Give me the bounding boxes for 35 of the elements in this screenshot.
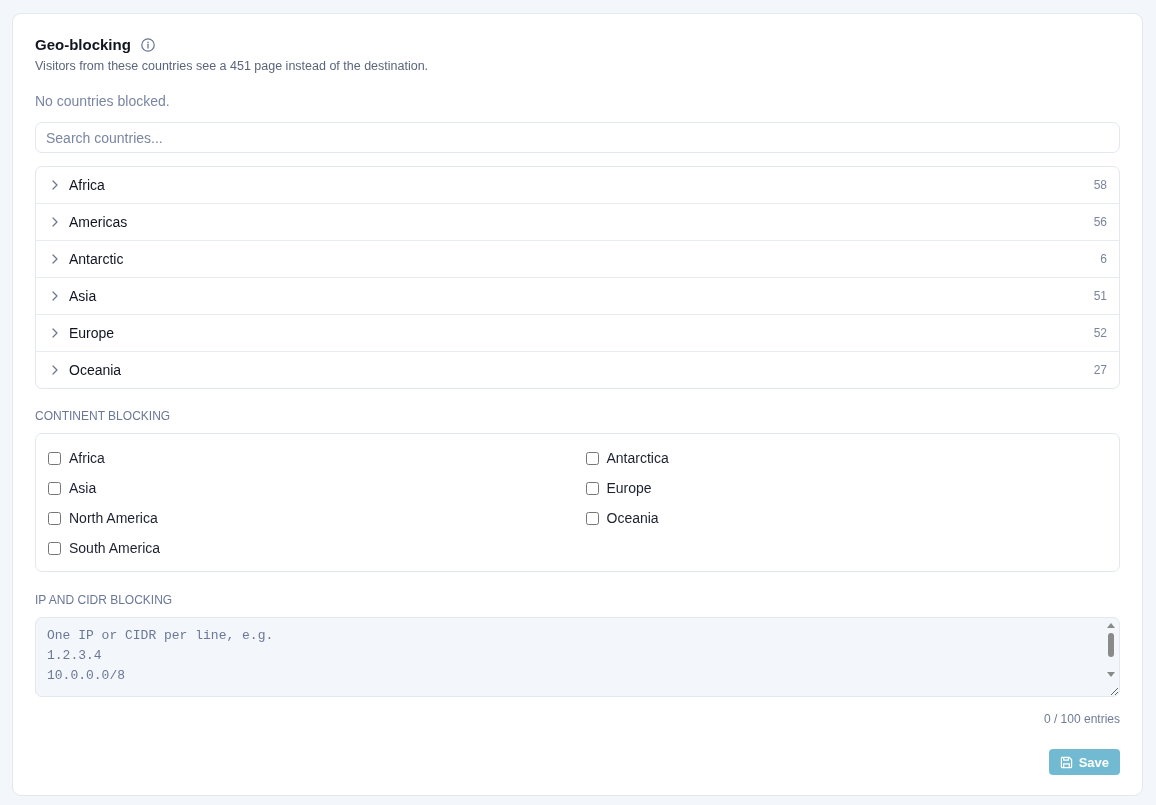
checkbox[interactable] xyxy=(585,481,599,495)
search-field[interactable]: Search countries... xyxy=(35,122,1120,153)
checkbox[interactable] xyxy=(585,451,599,465)
checkbox[interactable] xyxy=(48,541,61,555)
region-toggle[interactable]: Asia xyxy=(48,282,1094,310)
option-label: Oceania xyxy=(606,510,659,526)
option-label: Antarctica xyxy=(606,450,669,466)
entry-counter: 0 / 100 entries xyxy=(1042,711,1120,727)
section-description: Visitors from these countries see a 451 page instead of the destination. xyxy=(35,58,430,75)
option-label: South America xyxy=(69,540,161,556)
country-count: 56 xyxy=(1093,215,1107,229)
checkbox[interactable] xyxy=(585,511,599,525)
option-label: Europe xyxy=(606,480,652,496)
country-count: 6 xyxy=(1100,252,1107,266)
country-count: 52 xyxy=(1093,326,1107,340)
country-count: 58 xyxy=(1093,178,1107,192)
section-title: Geo-blocking xyxy=(35,35,131,55)
checkbox[interactable] xyxy=(48,481,61,495)
country-count: 27 xyxy=(1093,363,1107,377)
option-label: Africa xyxy=(69,450,105,466)
region-toggle[interactable]: Antarctic xyxy=(48,245,1101,273)
section-heading: IP AND CIDR BLOCKING xyxy=(35,592,174,608)
ip-list-field[interactable]: One IP or CIDR per line, e.g. 1.2.3.4 10.0.0.0/8 xyxy=(35,617,1120,697)
checkbox[interactable] xyxy=(48,511,61,525)
checkbox[interactable] xyxy=(48,451,61,465)
region-toggle[interactable]: Africa xyxy=(48,171,1094,199)
region-toggle[interactable]: Oceania xyxy=(48,356,1094,384)
region-toggle[interactable]: Europe xyxy=(48,319,1094,347)
region-toggle[interactable]: Americas xyxy=(48,208,1094,236)
option-label: Asia xyxy=(69,480,97,496)
option-label: North America xyxy=(69,510,158,526)
info-icon[interactable] xyxy=(140,38,155,52)
empty-message: No countries blocked. xyxy=(35,92,171,111)
country-count: 51 xyxy=(1093,289,1107,303)
section-heading: CONTINENT BLOCKING xyxy=(35,408,172,424)
